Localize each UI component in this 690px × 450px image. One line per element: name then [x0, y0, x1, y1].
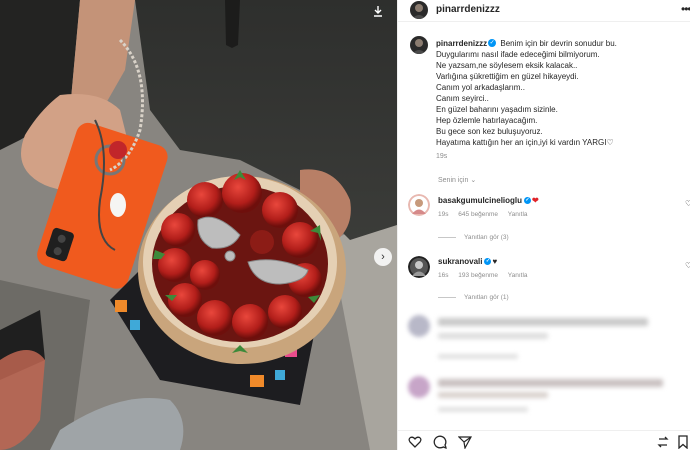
comment-meta: 16s 193 beğenme Yanıtla: [438, 272, 536, 279]
caption-line: En güzel baharını yaşadım sizinle.: [436, 105, 558, 114]
heart-outline-icon[interactable]: [408, 435, 422, 449]
blurred-text: [438, 354, 518, 359]
post-photo[interactable]: ›: [0, 0, 397, 450]
see-translation-link[interactable]: Senin için ⌄: [438, 176, 476, 184]
action-bar: [398, 430, 690, 450]
caption-line: Hep özlemle hatırlayacağım.: [436, 116, 538, 125]
blurred-avatar: [408, 376, 430, 398]
verified-badge-icon: ✓: [484, 257, 492, 265]
comment-time: 19s: [438, 211, 449, 218]
bookmark-icon[interactable]: [676, 435, 690, 450]
caption-line: Canım yol arkadaşlarım..: [436, 83, 525, 92]
comment-likes[interactable]: 193 beğenme: [458, 272, 498, 279]
caption-line: Hayatıma kattığın her an için,iyi ki var…: [436, 138, 614, 147]
comment-likes[interactable]: 645 beğenme: [458, 211, 498, 218]
author-avatar[interactable]: [410, 1, 428, 19]
caption-line: Benim için bir devrin sonudur bu.: [500, 39, 617, 48]
caption-avatar[interactable]: [410, 36, 428, 54]
cake-photo-image: [0, 0, 397, 450]
repost-icon[interactable]: [656, 435, 670, 449]
more-options-icon[interactable]: •••: [681, 2, 690, 16]
comment-meta: 19s 645 beğenme Yanıtla: [438, 211, 536, 218]
caption-line: Canım seyirci..: [436, 94, 489, 103]
comment-time: 16s: [438, 272, 449, 279]
blurred-text: [438, 392, 548, 398]
send-icon[interactable]: [457, 435, 473, 450]
blurred-text: [438, 379, 663, 387]
blurred-text: [438, 407, 528, 412]
comment-text: ♥: [492, 257, 498, 266]
comment-icon[interactable]: [433, 435, 447, 449]
reply-button[interactable]: Yanıtla: [508, 211, 528, 218]
post-sidebar: pinarrdenizzz ••• pinarrdenizzz ✓ Benim i…: [397, 0, 690, 450]
caption-username[interactable]: pinarrdenizzz: [436, 39, 487, 48]
blurred-text: [438, 318, 648, 326]
download-icon[interactable]: [371, 4, 385, 18]
verified-badge-icon: ✓: [524, 196, 532, 204]
commenter-avatar[interactable]: [408, 256, 430, 278]
post-header: pinarrdenizzz •••: [398, 0, 690, 22]
chevron-right-icon: ›: [381, 251, 385, 263]
author-username[interactable]: pinarrdenizzz: [436, 4, 500, 15]
blurred-avatar: [408, 315, 430, 337]
commenter-username: basakgumulcinelioglu ✓ ❤: [438, 196, 539, 205]
blurred-text: [438, 333, 548, 339]
comment-like-icon[interactable]: ♡: [685, 261, 690, 270]
caption-line: Bu gece son kez buluşuyoruz.: [436, 127, 543, 136]
commenter-username: sukranovali ✓ ♥: [438, 257, 498, 266]
view-replies-button[interactable]: Yanıtları gör (1): [438, 294, 509, 301]
post-caption: pinarrdenizzz ✓ Benim için bir devrin son…: [436, 38, 686, 148]
caption-line: Varlığına şükrettiğim en güzel hikayeydi…: [436, 72, 579, 81]
caption-line: Duygularımı nasıl ifade edeceğimi bilmiy…: [436, 50, 600, 59]
commenter-avatar[interactable]: [408, 194, 430, 216]
comment-like-icon[interactable]: ♡: [685, 199, 690, 208]
reply-button[interactable]: Yanıtla: [508, 272, 528, 279]
post-timestamp: 19s: [436, 153, 448, 160]
view-replies-button[interactable]: Yanıtları gör (3): [438, 234, 509, 241]
caption-line: Ne yazsam,ne söylesem eksik kalacak..: [436, 61, 578, 70]
chevron-down-icon: ⌄: [470, 177, 477, 184]
comment-text: ❤: [532, 196, 539, 205]
next-photo-button[interactable]: ›: [374, 248, 392, 266]
verified-badge-icon: ✓: [488, 39, 497, 48]
